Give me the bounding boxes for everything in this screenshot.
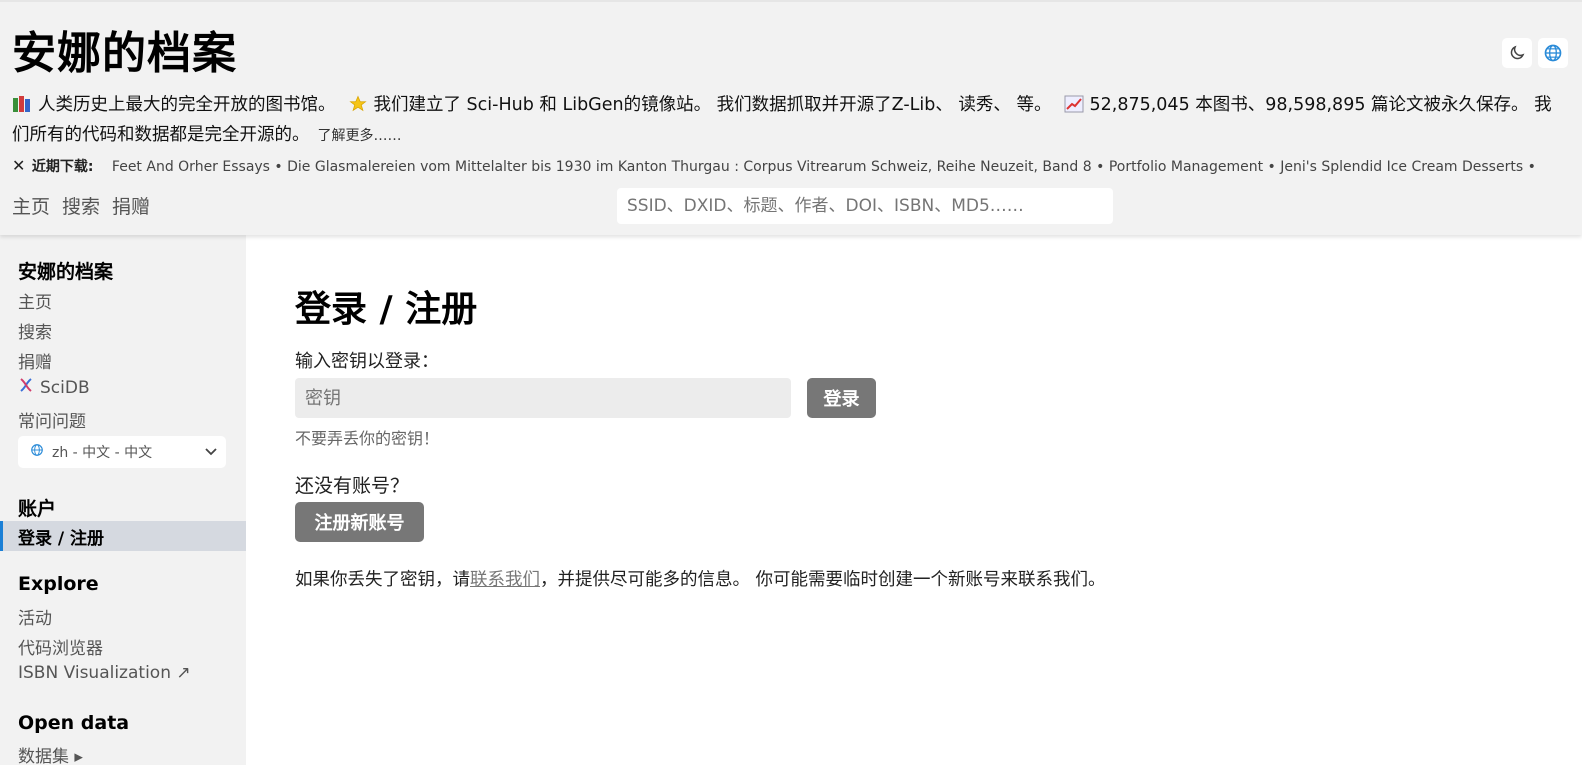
- sidebar-item-search[interactable]: 搜索: [18, 318, 52, 343]
- nav-search[interactable]: 搜索: [62, 192, 100, 219]
- key-hint: 不要弄丢你的密钥！: [295, 429, 440, 448]
- chevron-down-icon: [204, 444, 218, 462]
- sidebar-item-datasets[interactable]: 数据集 ▸: [18, 742, 83, 767]
- header-icons: [1502, 38, 1568, 68]
- recent-downloads: ✕ 近期下载: Feet And Orher Essays • Die Glas…: [12, 156, 1567, 176]
- learn-more-link[interactable]: 了解更多……: [318, 128, 402, 144]
- sidebar-item-label: SciDB: [40, 378, 90, 398]
- recent-downloads-items[interactable]: Feet And Orher Essays • Die Glasmalereie…: [112, 159, 1536, 175]
- header: 安娜的档案 人类历史上最大的完全开放的图书馆。 我们建立了 Sci-Hub 和 …: [0, 0, 1582, 235]
- sidebar-section-title-account: 账户: [18, 498, 57, 520]
- language-select-value: zh - 中文 - 中文: [52, 445, 153, 461]
- globe-icon[interactable]: [1538, 38, 1568, 68]
- page-title: 登录 / 注册: [295, 289, 478, 330]
- no-account-label: 还没有账号？: [295, 475, 410, 497]
- nav-home[interactable]: 主页: [12, 192, 50, 219]
- chart-increasing-icon: [1064, 93, 1084, 113]
- books-icon: [12, 93, 32, 112]
- moon-icon[interactable]: [1502, 38, 1532, 68]
- tagline: 人类历史上最大的完全开放的图书馆。 我们建立了 Sci-Hub 和 LibGen…: [12, 90, 1567, 151]
- sidebar: 安娜的档案 主页 搜索 捐赠 SciDB 常问问题 zh - 中文 - 中文 账…: [0, 235, 246, 767]
- sidebar-item-scidb[interactable]: SciDB: [18, 377, 90, 398]
- login-button[interactable]: 登录: [807, 378, 876, 418]
- sidebar-section-title-open-data: Open data: [18, 712, 130, 734]
- site-title[interactable]: 安娜的档案: [12, 28, 237, 80]
- lost-key-prefix: 如果你丢失了密钥，请: [295, 570, 470, 590]
- nav-donate[interactable]: 捐赠: [112, 192, 150, 219]
- recent-downloads-label: 近期下载:: [31, 159, 94, 175]
- lost-key-text: 如果你丢失了密钥，请联系我们，并提供尽可能多的信息。 你可能需要临时创建一个新账…: [295, 566, 1106, 591]
- globe-icon: [30, 443, 44, 461]
- sidebar-item-codes-explorer[interactable]: 代码浏览器: [18, 634, 103, 659]
- language-select[interactable]: zh - 中文 - 中文: [18, 436, 226, 468]
- tagline-part2: 我们建立了 Sci-Hub 和 LibGen的镜像站。 我们数据抓取并开源了Z-…: [373, 95, 1052, 115]
- sidebar-item-label: 登录 / 注册: [18, 529, 105, 549]
- tagline-part1: 人类历史上最大的完全开放的图书馆。: [38, 95, 336, 115]
- sidebar-section-title-explore: Explore: [18, 573, 99, 595]
- sidebar-section-title-archive: 安娜的档案: [18, 261, 114, 283]
- top-nav: 主页 搜索 捐赠: [12, 192, 150, 219]
- sidebar-item-login-register[interactable]: 登录 / 注册: [0, 521, 246, 551]
- sidebar-item-activity[interactable]: 活动: [18, 604, 52, 629]
- sidebar-item-isbn-visualization[interactable]: ISBN Visualization ↗: [18, 663, 191, 683]
- contact-us-link[interactable]: 联系我们: [470, 570, 540, 590]
- sidebar-item-faq[interactable]: 常问问题: [18, 407, 86, 432]
- sidebar-item-home[interactable]: 主页: [18, 288, 52, 313]
- star-icon: [348, 93, 368, 112]
- lost-key-suffix: ，并提供尽可能多的信息。 你可能需要临时创建一个新账号来联系我们。: [540, 570, 1106, 590]
- key-label: 输入密钥以登录：: [295, 351, 439, 372]
- close-icon[interactable]: ✕: [12, 156, 25, 175]
- search-input[interactable]: [617, 188, 1113, 224]
- sidebar-item-donate[interactable]: 捐赠: [18, 348, 52, 373]
- register-button[interactable]: 注册新账号: [295, 502, 424, 542]
- secret-key-input[interactable]: [295, 378, 791, 418]
- dna-icon: [18, 377, 40, 398]
